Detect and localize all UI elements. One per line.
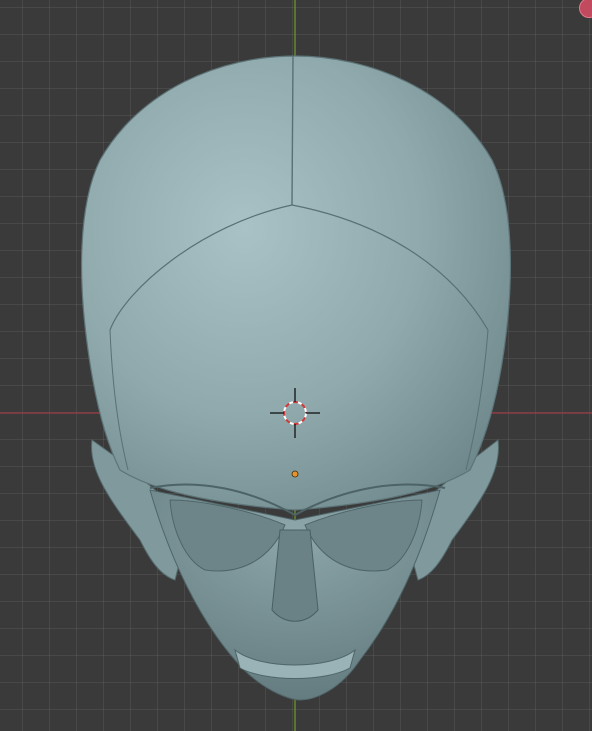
- object-origin-dot[interactable]: [291, 470, 299, 478]
- 3d-viewport[interactable]: [0, 0, 592, 731]
- viewport-canvas: [0, 0, 592, 731]
- nasal-cavity: [271, 529, 319, 622]
- skull-cranium: [80, 55, 512, 511]
- skull-mesh[interactable]: [80, 55, 512, 701]
- sagittal-suture: [291, 55, 294, 206]
